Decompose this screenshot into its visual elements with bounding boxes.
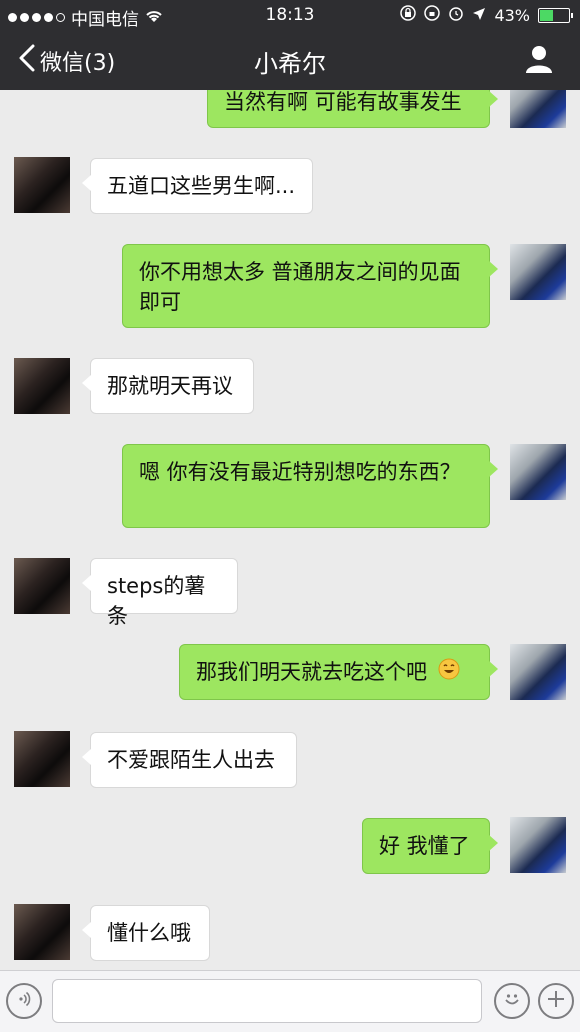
message-text: 那就明天再议 bbox=[107, 374, 233, 398]
contact-avatar[interactable] bbox=[14, 157, 70, 213]
profile-button[interactable] bbox=[524, 44, 554, 74]
emoji-laugh-icon bbox=[438, 658, 460, 688]
more-button[interactable] bbox=[538, 983, 574, 1019]
person-icon bbox=[524, 46, 554, 78]
message-bubble[interactable]: 那我们明天就去吃这个吧 bbox=[179, 644, 498, 700]
contact-avatar[interactable] bbox=[14, 904, 70, 960]
input-bar bbox=[0, 970, 580, 1032]
location-icon bbox=[472, 6, 486, 25]
emoji-button[interactable] bbox=[494, 983, 530, 1019]
message-text: 五道口这些男生啊... bbox=[107, 174, 296, 198]
my-avatar[interactable] bbox=[510, 444, 566, 500]
alarm-icon bbox=[448, 5, 464, 25]
message-bubble[interactable]: 好 我懂了 bbox=[362, 818, 498, 874]
message-text: 当然有啊 可能有故事发生 bbox=[224, 90, 462, 114]
status-bar: 中国电信 18:13 43% bbox=[0, 0, 580, 30]
message-bubble[interactable]: 不爱跟陌生人出去 bbox=[82, 732, 297, 788]
nav-bar: 微信(3) 小希尔 bbox=[0, 30, 580, 90]
chat-history[interactable]: 当然有啊 可能有故事发生 五道口这些男生啊... 你不用想太多 普通朋友之间的见… bbox=[0, 90, 580, 970]
chat-title: 小希尔 bbox=[254, 50, 326, 78]
message-text: steps的薯条 bbox=[107, 574, 206, 628]
plus-icon bbox=[546, 989, 566, 1013]
battery-percent: 43% bbox=[494, 5, 530, 25]
message-input[interactable] bbox=[52, 979, 482, 1023]
voice-button[interactable] bbox=[6, 983, 42, 1019]
battery-icon bbox=[538, 7, 573, 23]
lock-icon bbox=[424, 5, 441, 25]
battery-fill bbox=[540, 9, 553, 21]
my-avatar[interactable] bbox=[510, 817, 566, 873]
contact-avatar[interactable] bbox=[14, 558, 70, 614]
my-avatar[interactable] bbox=[510, 644, 566, 700]
message-bubble[interactable]: 当然有啊 可能有故事发生 bbox=[207, 90, 498, 128]
message-text: 懂什么哦 bbox=[107, 921, 191, 945]
status-right: 43% bbox=[400, 5, 573, 25]
message-bubble[interactable]: 五道口这些男生啊... bbox=[82, 158, 313, 214]
message-bubble[interactable]: 那就明天再议 bbox=[82, 358, 254, 414]
contact-avatar[interactable] bbox=[14, 731, 70, 787]
rotation-lock-icon bbox=[400, 5, 417, 25]
message-bubble[interactable]: steps的薯条 bbox=[82, 558, 238, 628]
smiley-icon bbox=[501, 988, 523, 1014]
message-bubble[interactable]: 嗯 你有没有最近特别想吃的东西？ bbox=[122, 444, 498, 528]
message-text: 那我们明天就去吃这个吧 bbox=[196, 660, 427, 684]
message-bubble[interactable]: 懂什么哦 bbox=[82, 905, 210, 961]
message-text: 好 我懂了 bbox=[379, 834, 470, 858]
message-text: 嗯 你有没有最近特别想吃的东西？ bbox=[139, 460, 461, 484]
voice-icon bbox=[15, 990, 33, 1012]
message-bubble[interactable]: 你不用想太多 普通朋友之间的见面即可 bbox=[122, 244, 498, 328]
contact-avatar[interactable] bbox=[14, 358, 70, 414]
my-avatar[interactable] bbox=[510, 90, 566, 128]
message-text: 不爱跟陌生人出去 bbox=[107, 748, 275, 772]
message-text: 你不用想太多 普通朋友之间的见面即可 bbox=[139, 260, 461, 314]
my-avatar[interactable] bbox=[510, 244, 566, 300]
